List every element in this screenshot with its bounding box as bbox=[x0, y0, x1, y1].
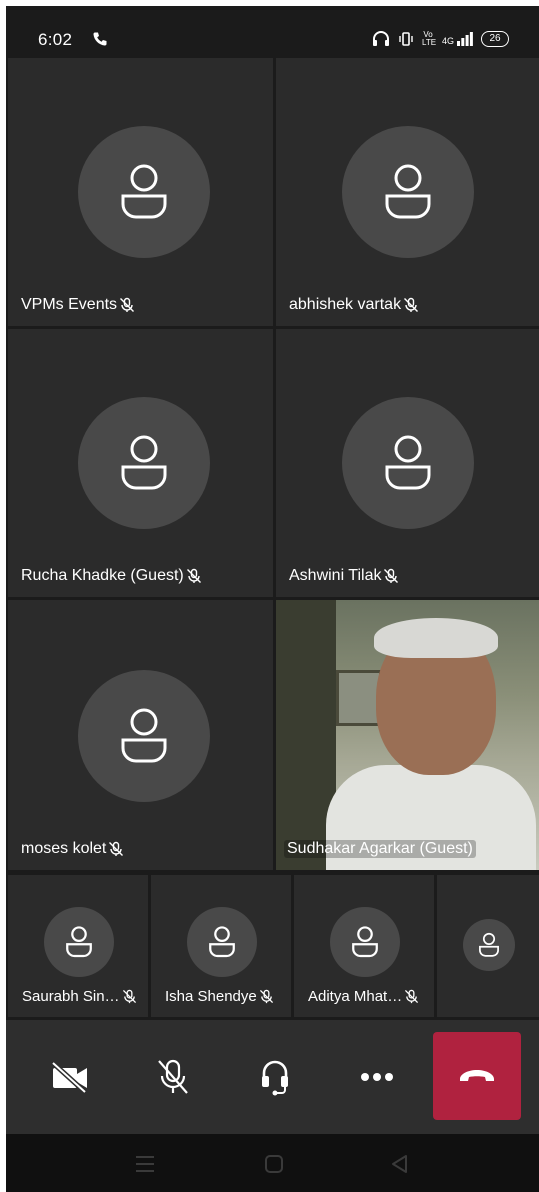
participant-name: Rucha Khadke (Guest) bbox=[21, 567, 202, 585]
status-bar: 6:02 Vo LTE 4G 26 bbox=[6, 6, 539, 58]
participant-name: Isha Shendye bbox=[165, 988, 274, 1005]
person-icon bbox=[121, 435, 167, 490]
avatar bbox=[78, 126, 210, 258]
more-icon bbox=[361, 1073, 393, 1081]
participant-video-tile[interactable]: Sudhakar Agarkar (Guest) bbox=[276, 600, 539, 870]
mic-off-icon bbox=[158, 1059, 188, 1094]
participant-name-text: Ashwini Tilak bbox=[289, 567, 382, 584]
participant-name-text: Saurabh Sin… bbox=[22, 988, 120, 1005]
participant-tile[interactable]: Ashwini Tilak bbox=[276, 329, 539, 597]
network-type: 4G bbox=[441, 36, 454, 46]
mic-off-icon bbox=[186, 568, 201, 583]
person-icon bbox=[209, 926, 235, 958]
microphone-toggle-button[interactable] bbox=[143, 1050, 203, 1104]
participant-name-text: Sudhakar Agarkar (Guest) bbox=[287, 840, 473, 857]
avatar bbox=[342, 126, 474, 258]
person-icon bbox=[66, 926, 92, 958]
person-icon bbox=[385, 435, 431, 490]
participant-name-text: moses kolet bbox=[21, 840, 107, 857]
mic-off-icon bbox=[405, 989, 419, 1004]
avatar bbox=[78, 397, 210, 529]
participant-name-text: abhishek vartak bbox=[289, 296, 402, 313]
signal-indicator: 4G bbox=[442, 32, 473, 46]
battery-icon: 26 bbox=[481, 31, 509, 47]
participant-name-text: VPMs Events bbox=[21, 296, 118, 313]
hang-up-icon bbox=[460, 1070, 494, 1081]
mic-off-icon bbox=[404, 297, 419, 312]
status-time: 6:02 bbox=[38, 30, 73, 49]
participant-name-text: Isha Shendye bbox=[165, 988, 257, 1005]
video-person-hair bbox=[374, 618, 498, 658]
call-controls bbox=[6, 1020, 539, 1134]
mic-off-icon bbox=[259, 989, 273, 1004]
avatar bbox=[187, 907, 257, 977]
participant-name-text: Aditya Mhat… bbox=[308, 988, 403, 1005]
headset-icon bbox=[262, 1060, 288, 1096]
participant-tile[interactable]: Rucha Khadke (Guest) bbox=[8, 329, 273, 597]
camera-toggle-button[interactable] bbox=[40, 1050, 100, 1104]
avatar bbox=[330, 907, 400, 977]
participant-name: moses kolet bbox=[21, 840, 124, 858]
headset-status-icon bbox=[372, 31, 389, 46]
participant-tile[interactable]: Isha Shendye bbox=[151, 875, 291, 1017]
audio-output-button[interactable] bbox=[245, 1050, 305, 1104]
video-off-icon bbox=[51, 1061, 87, 1094]
participant-tile[interactable]: moses kolet bbox=[8, 600, 273, 870]
avatar bbox=[78, 670, 210, 802]
participant-name: VPMs Events bbox=[21, 296, 135, 314]
avatar bbox=[44, 907, 114, 977]
end-call-button[interactable] bbox=[433, 1032, 521, 1120]
mic-off-icon bbox=[120, 297, 135, 312]
person-icon bbox=[385, 164, 431, 219]
participant-name: Ashwini Tilak bbox=[289, 567, 399, 585]
participant-tile[interactable]: VPMs Events bbox=[8, 58, 273, 326]
participant-name-text: Rucha Khadke (Guest) bbox=[21, 567, 184, 584]
phone-call-icon bbox=[93, 32, 107, 46]
mic-off-icon bbox=[384, 568, 399, 583]
participant-tile[interactable]: abhishek vartak bbox=[276, 58, 539, 326]
home-icon[interactable] bbox=[264, 1154, 284, 1174]
mic-off-icon bbox=[122, 989, 136, 1004]
person-icon bbox=[121, 164, 167, 219]
meeting-screen: 6:02 Vo LTE 4G 26 VPMs Events abhishek v… bbox=[6, 6, 539, 1192]
signal-bars-icon bbox=[457, 32, 473, 46]
person-icon bbox=[479, 932, 499, 957]
avatar bbox=[463, 919, 515, 971]
system-navigation-bar bbox=[6, 1134, 539, 1192]
participant-tile[interactable] bbox=[437, 875, 539, 1017]
participant-tile[interactable]: Aditya Mhat… bbox=[294, 875, 434, 1017]
participant-tile[interactable]: Saurabh Sin… bbox=[8, 875, 148, 1017]
participant-name: abhishek vartak bbox=[289, 296, 419, 314]
volte-indicator: Vo LTE bbox=[421, 30, 437, 47]
participant-name: Saurabh Sin… bbox=[22, 988, 137, 1005]
vibrate-icon bbox=[399, 32, 413, 46]
avatar bbox=[342, 397, 474, 529]
participant-name: Sudhakar Agarkar (Guest) bbox=[284, 840, 476, 858]
more-options-button[interactable] bbox=[347, 1050, 407, 1104]
person-icon bbox=[121, 708, 167, 763]
participant-name: Aditya Mhat… bbox=[308, 988, 419, 1005]
mic-off-icon bbox=[109, 841, 124, 856]
back-icon[interactable] bbox=[390, 1154, 410, 1174]
menu-icon[interactable] bbox=[134, 1154, 156, 1174]
person-icon bbox=[352, 926, 378, 958]
status-icons: Vo LTE 4G 26 bbox=[372, 30, 509, 48]
